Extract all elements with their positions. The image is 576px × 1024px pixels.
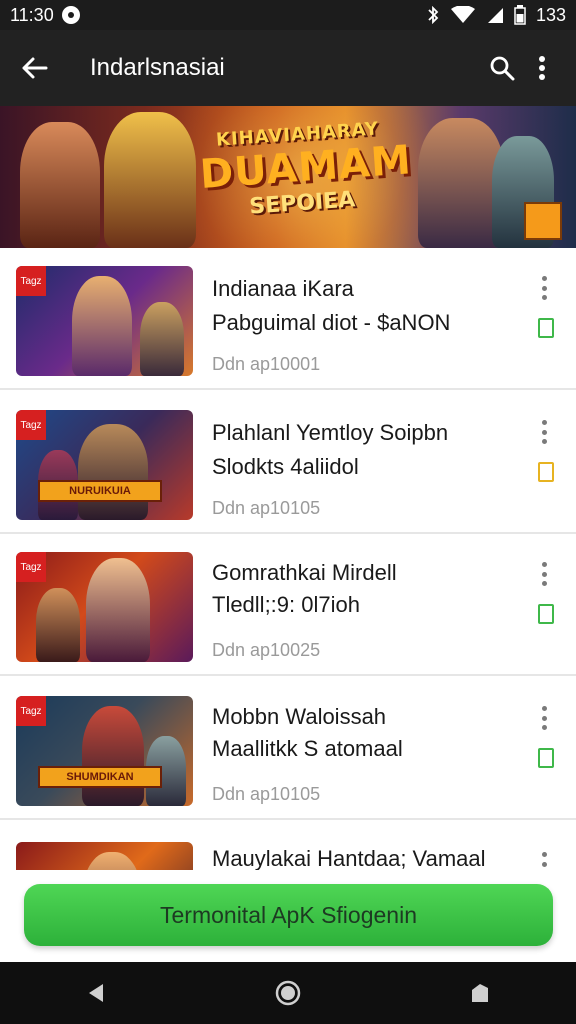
item-title: Mauylakai Hantdaa; Vamaal bbox=[212, 846, 486, 870]
item-more-button[interactable] bbox=[534, 276, 554, 300]
item-date: Ddn ap10105 bbox=[212, 498, 321, 518]
item-title: Gomrathkai Mirdell bbox=[212, 560, 397, 585]
dot-icon bbox=[541, 725, 547, 730]
game-thumbnail: SHUMDIKAN Tagz bbox=[16, 696, 193, 806]
thumb-tag: Tagz bbox=[16, 696, 46, 726]
item-checkbox[interactable] bbox=[538, 462, 554, 482]
dot-icon bbox=[541, 276, 547, 281]
bluetooth-icon bbox=[428, 6, 439, 24]
thumb-figure bbox=[78, 424, 148, 520]
item-title: Indianaa iKara bbox=[212, 276, 354, 301]
game-badge-icon bbox=[524, 202, 562, 240]
dot-icon bbox=[541, 439, 547, 444]
status-time: 11:30 bbox=[10, 4, 54, 25]
item-checkbox[interactable] bbox=[538, 604, 554, 624]
item-subtitle: Slodkts 4aliidol bbox=[212, 454, 359, 479]
thumb-figure bbox=[86, 558, 150, 662]
list-item[interactable]: Tagz Indianaa iKara Pabguimal diot - $aN… bbox=[0, 248, 576, 390]
item-subtitle: Maallitkk S atomaal bbox=[212, 736, 403, 761]
game-thumbnail bbox=[16, 842, 193, 870]
promo-banner[interactable]: KIHAVIAHARAY DUAMAM SEPOIEA bbox=[0, 106, 576, 248]
notification-icon bbox=[61, 6, 80, 24]
nav-home-button[interactable] bbox=[268, 973, 308, 1013]
back-button[interactable] bbox=[14, 48, 54, 88]
item-subtitle: Tledll;:9: 0l7ioh bbox=[212, 592, 360, 617]
item-more-button[interactable] bbox=[534, 852, 554, 870]
nav-back-icon bbox=[89, 984, 103, 1002]
item-more-button[interactable] bbox=[534, 706, 554, 730]
hero-figure-2 bbox=[104, 112, 196, 248]
list-item[interactable]: Tagz Gomrathkai Mirdell Tledll;:9: 0l7io… bbox=[0, 534, 576, 676]
app-bar: Indarlsnasiai bbox=[0, 30, 576, 106]
list-item[interactable]: Mauylakai Hantdaa; Vamaal bbox=[0, 824, 576, 870]
dot-icon bbox=[541, 706, 547, 711]
status-bar: 11:30 133 bbox=[0, 0, 576, 30]
dot-icon bbox=[541, 581, 547, 586]
item-title: Mobbn Waloissah bbox=[212, 704, 387, 729]
more-vert-icon bbox=[539, 56, 545, 80]
battery-level: 133 bbox=[535, 4, 566, 25]
item-checkbox[interactable] bbox=[538, 748, 554, 768]
item-title: Plahlanl Yemtloy Soipbn bbox=[212, 420, 449, 445]
thumb-title-band: SHUMDIKAN bbox=[38, 766, 162, 788]
game-thumbnail: NURUIKUIA Tagz bbox=[16, 410, 193, 520]
thumb-figure bbox=[82, 852, 142, 870]
item-date: Ddn ap10105 bbox=[212, 784, 321, 804]
thumb-title-band: NURUIKUIA bbox=[38, 480, 162, 502]
nav-back-button[interactable] bbox=[76, 973, 116, 1013]
wifi-icon bbox=[450, 6, 475, 23]
page-title: Indarlsnasiai bbox=[90, 54, 225, 81]
dot-icon bbox=[541, 420, 547, 425]
dot-icon bbox=[541, 295, 547, 300]
status-left: 11:30 bbox=[10, 5, 80, 26]
primary-action-button[interactable]: Termonital ApK Sfiogenin bbox=[24, 884, 553, 946]
item-more-button[interactable] bbox=[534, 420, 554, 444]
search-button[interactable] bbox=[482, 48, 522, 88]
item-date: Ddn ap10001 bbox=[212, 354, 321, 374]
overflow-menu-button[interactable] bbox=[522, 48, 562, 88]
dot-icon bbox=[541, 571, 547, 577]
battery-icon bbox=[514, 5, 526, 25]
thumb-tag: Tagz bbox=[16, 552, 46, 582]
thumb-tag: Tagz bbox=[16, 410, 46, 440]
item-checkbox[interactable] bbox=[538, 318, 554, 338]
dot-icon bbox=[541, 562, 547, 567]
list-item[interactable]: SHUMDIKAN Tagz Mobbn Waloissah Maallitkk… bbox=[0, 678, 576, 820]
hero-figure-1 bbox=[20, 122, 100, 248]
nav-home-icon bbox=[275, 980, 301, 1006]
dot-icon bbox=[541, 861, 547, 867]
nav-recents-button[interactable] bbox=[460, 973, 500, 1013]
signal-icon bbox=[487, 8, 503, 23]
dot-icon bbox=[541, 852, 547, 857]
banner-title: KIHAVIAHARAY DUAMAM SEPOIEA bbox=[197, 117, 413, 223]
item-more-button[interactable] bbox=[534, 562, 554, 586]
nav-recents-icon bbox=[472, 984, 488, 1002]
search-icon bbox=[490, 56, 515, 81]
thumb-figure bbox=[72, 276, 132, 376]
dot-icon bbox=[541, 285, 547, 291]
status-right: 133 bbox=[426, 5, 566, 26]
thumb-figure bbox=[36, 588, 80, 662]
list-item[interactable]: NURUIKUIA Tagz Plahlanl Yemtloy Soipbn S… bbox=[0, 392, 576, 534]
dot-icon bbox=[541, 429, 547, 435]
thumb-figure bbox=[82, 706, 144, 806]
back-arrow-icon bbox=[22, 57, 48, 79]
thumb-figure bbox=[140, 302, 184, 376]
dot-icon bbox=[541, 715, 547, 721]
thumb-tag: Tagz bbox=[16, 266, 46, 296]
game-list: Tagz Indianaa iKara Pabguimal diot - $aN… bbox=[0, 248, 576, 870]
item-subtitle: Pabguimal diot - $aNON bbox=[212, 310, 451, 335]
item-date: Ddn ap10025 bbox=[212, 640, 321, 660]
game-thumbnail: Tagz bbox=[16, 266, 193, 376]
system-nav-bar bbox=[0, 962, 576, 1024]
game-thumbnail: Tagz bbox=[16, 552, 193, 662]
